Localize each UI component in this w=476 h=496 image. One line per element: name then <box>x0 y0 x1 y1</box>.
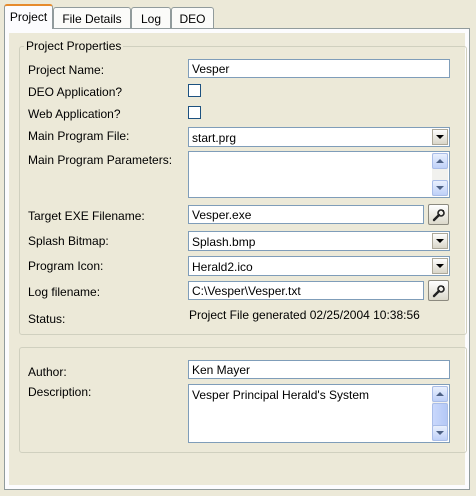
scroll-up-icon[interactable] <box>432 386 448 402</box>
description-label: Description: <box>28 385 92 399</box>
log-filename-label: Log filename: <box>28 285 101 299</box>
main-program-file-select[interactable]: start.prg <box>188 127 450 147</box>
tab-panel-body: Project Properties Project Name: Vesper … <box>9 33 467 485</box>
chevron-down-icon[interactable] <box>432 258 448 274</box>
deo-application-checkbox[interactable] <box>188 84 201 97</box>
tab-panel: Project Properties Project Name: Vesper … <box>4 28 470 490</box>
target-exe-input[interactable]: Vesper.exe <box>188 205 424 224</box>
author-label: Author: <box>28 365 67 379</box>
main-program-parameters-textarea[interactable] <box>188 151 450 198</box>
scroll-thumb[interactable] <box>432 403 448 427</box>
target-exe-label: Target EXE Filename: <box>28 209 145 223</box>
description-scrollbar[interactable] <box>432 386 448 441</box>
splash-bitmap-value: Splash.bmp <box>192 235 256 249</box>
description-textarea[interactable]: Vesper Principal Herald's System <box>188 384 450 443</box>
program-icon-value: Herald2.ico <box>192 260 253 274</box>
program-icon-select[interactable]: Herald2.ico <box>188 256 450 276</box>
main-program-file-label: Main Program File: <box>28 129 130 143</box>
chevron-down-icon[interactable] <box>432 233 448 249</box>
parameters-scrollbar[interactable] <box>432 153 448 196</box>
scroll-down-icon[interactable] <box>432 425 448 441</box>
tab-log[interactable]: Log <box>131 7 171 28</box>
tab-deo[interactable]: DEO <box>171 7 214 28</box>
wrench-icon[interactable] <box>428 204 449 225</box>
chevron-down-icon[interactable] <box>432 129 448 145</box>
main-program-file-value: start.prg <box>192 131 237 145</box>
tab-file-details[interactable]: File Details <box>53 7 131 28</box>
wrench-icon[interactable] <box>428 280 449 301</box>
description-value: Vesper Principal Herald's System <box>192 388 370 402</box>
tab-project[interactable]: Project <box>4 4 53 29</box>
project-name-input[interactable]: Vesper <box>188 59 450 78</box>
splash-bitmap-label: Splash Bitmap: <box>28 234 109 248</box>
scroll-down-icon[interactable] <box>432 180 448 196</box>
web-application-label: Web Application? <box>28 107 121 121</box>
splash-bitmap-select[interactable]: Splash.bmp <box>188 231 450 251</box>
status-label: Status: <box>28 312 66 326</box>
status-value: Project File generated 02/25/2004 10:38:… <box>189 308 420 322</box>
web-application-checkbox[interactable] <box>188 106 201 119</box>
main-program-parameters-label: Main Program Parameters: <box>28 153 173 167</box>
scroll-up-icon[interactable] <box>432 153 448 169</box>
deo-application-label: DEO Application? <box>28 85 123 99</box>
log-filename-input[interactable]: C:\Vesper\Vesper.txt <box>188 281 424 300</box>
author-input[interactable]: Ken Mayer <box>188 360 450 379</box>
project-properties-legend: Project Properties <box>26 39 122 53</box>
program-icon-label: Program Icon: <box>28 259 104 273</box>
project-name-label: Project Name: <box>28 63 105 77</box>
